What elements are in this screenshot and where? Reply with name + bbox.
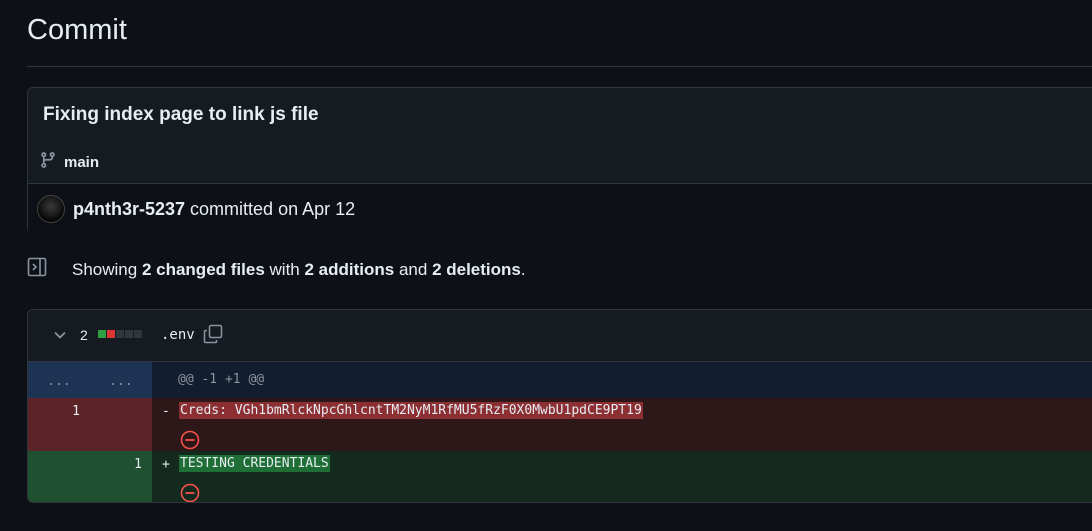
diffstat [98,330,142,338]
sidebar-toggle-icon[interactable] [27,257,47,282]
diffstat-block [98,330,106,338]
branch-row[interactable]: main [39,151,99,174]
old-line-number[interactable]: 1 [28,398,90,451]
change-count: 2 [80,327,88,343]
summary-text: Showing 2 changed files with 2 additions… [72,259,526,279]
author-name[interactable]: p4nth3r-5237 [73,199,185,220]
commit-date: committed on Apr 12 [190,198,356,219]
commit-message: Fixing index page to link js file [43,104,319,125]
file-diff: 2 .env ... ... @@ -1 +1 @@ 1 - Creds: VG… [27,309,1092,503]
diffstat-block [116,330,124,338]
diff-marker: - [162,404,170,419]
title-divider [27,66,1092,67]
copy-icon[interactable] [203,324,223,349]
diff-marker: + [162,457,170,472]
commit-header-box: Fixing index page to link js file main p… [27,87,1092,234]
code-text: TESTING CREDENTIALS [179,455,330,472]
diffstat-block [125,330,133,338]
file-header: 2 .env [28,310,1092,362]
deleted-line-row: 1 - Creds: VGh1bmRlckNpcGhlcntTM2NyM1RfM… [28,398,1092,451]
added-line-row: 1 + TESTING CREDENTIALS [28,451,1092,502]
code-text: Creds: VGh1bmRlckNpcGhlcntTM2NyM1RfMU5fR… [179,402,643,419]
author-row: p4nth3r-5237 committed on Apr 12 [28,183,1092,234]
file-name[interactable]: .env [161,327,195,343]
new-line-number[interactable]: ... [90,362,152,398]
new-line-number[interactable]: 1 [90,451,152,502]
remove-circle-icon[interactable] [180,483,200,502]
diffstat-block [134,330,142,338]
branch-name: main [64,154,100,171]
diff-code: + TESTING CREDENTIALS [152,451,1092,502]
chevron-down-icon[interactable] [53,328,67,347]
hunk-header-row: ... ... @@ -1 +1 @@ [28,362,1092,398]
hunk-header: @@ -1 +1 @@ [152,362,1092,398]
diffstat-block [107,330,115,338]
avatar[interactable] [37,195,65,223]
git-branch-icon [39,151,57,174]
diff-code: - Creds: VGh1bmRlckNpcGhlcntTM2NyM1RfMU5… [152,398,1092,451]
diff-summary: Showing 2 changed files with 2 additions… [27,257,526,282]
page-title: Commit [27,14,127,46]
new-line-number[interactable] [90,398,152,451]
old-line-number[interactable] [28,451,90,502]
old-line-number[interactable]: ... [28,362,90,398]
